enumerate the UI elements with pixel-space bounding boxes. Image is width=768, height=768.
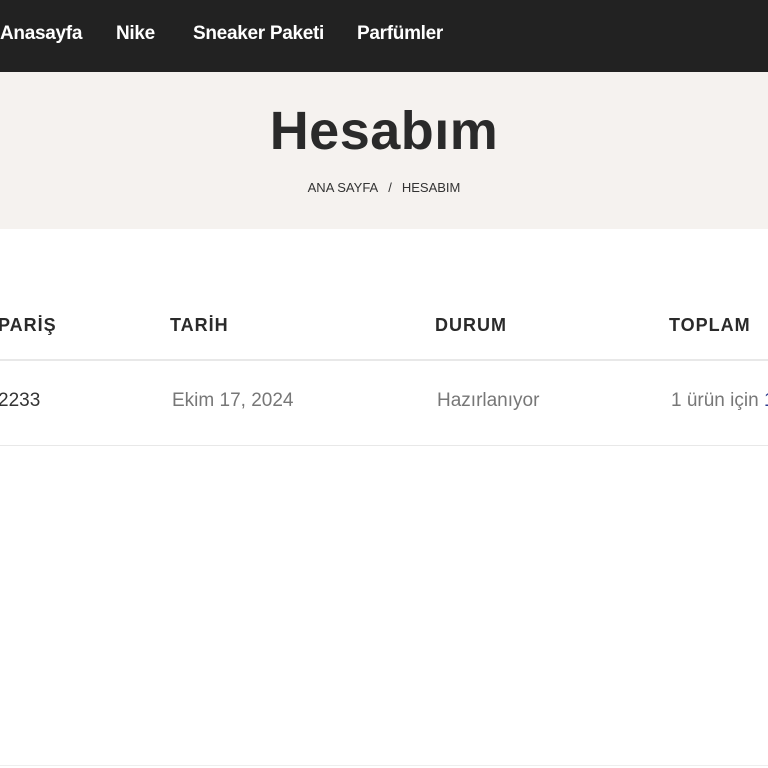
order-number-link[interactable]: 2233 — [0, 390, 40, 412]
page-title: Hesabım — [269, 101, 499, 161]
orders-table: PARİŞ TARİH DURUM TOPLAM 2233 Ekim 17, 2… — [0, 229, 768, 768]
order-total-prefix: 1 ürün için — [671, 390, 759, 411]
row-divider — [0, 445, 768, 446]
breadcrumb-home-link[interactable]: ANA SAYFA — [308, 180, 379, 195]
order-total: 1 ürün için 1 — [671, 390, 768, 412]
order-status: Hazırlanıyor — [437, 390, 540, 411]
footer-divider — [0, 765, 768, 766]
top-navigation: Anasayfa Nike Sneaker Paketi Parfümler — [0, 0, 768, 72]
table-row: 2233 Ekim 17, 2024 Hazırlanıyor 1 ürün i… — [0, 361, 768, 446]
column-header-date: TARİH — [170, 315, 229, 335]
page-header: Hesabım ANA SAYFA / HESABIM — [0, 72, 768, 229]
order-total-amount: 1 — [764, 390, 768, 411]
nav-item-sneaker-paketi[interactable]: Sneaker Paketi — [193, 0, 324, 72]
breadcrumb-separator: / — [388, 180, 392, 195]
breadcrumb-current: HESABIM — [401, 180, 461, 195]
order-date: Ekim 17, 2024 — [172, 390, 294, 411]
breadcrumb: ANA SAYFA / HESABIM — [0, 180, 768, 195]
column-header-status: DURUM — [435, 315, 507, 335]
column-header-order: PARİŞ — [0, 315, 57, 335]
nav-item-parfumler[interactable]: Parfümler — [357, 0, 443, 72]
column-header-total: TOPLAM — [669, 315, 751, 335]
nav-item-nike[interactable]: Nike — [116, 0, 155, 72]
nav-item-anasayfa[interactable]: Anasayfa — [0, 0, 82, 72]
